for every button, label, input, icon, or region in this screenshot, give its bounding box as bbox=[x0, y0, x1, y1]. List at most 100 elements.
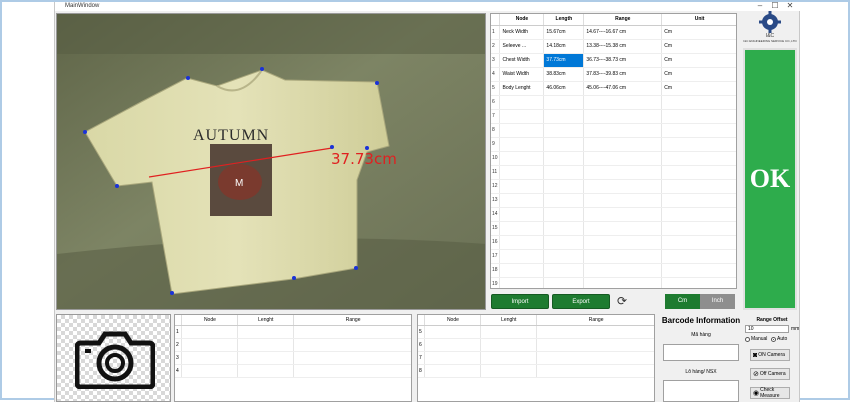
range-cell[interactable] bbox=[536, 325, 654, 339]
length-cell[interactable] bbox=[543, 193, 585, 208]
node-cell[interactable] bbox=[499, 263, 545, 278]
node-cell[interactable]: Waist Width bbox=[499, 67, 545, 82]
col-length[interactable]: Lenght bbox=[480, 315, 538, 326]
length-cell[interactable] bbox=[543, 95, 585, 110]
range-cell[interactable] bbox=[293, 338, 411, 352]
right-nodes-table[interactable]: Node Lenght Range 5678 bbox=[417, 314, 655, 402]
unit-cell[interactable] bbox=[661, 109, 736, 124]
table-row[interactable]: 3 bbox=[175, 351, 411, 365]
node-cell[interactable] bbox=[181, 351, 239, 365]
length-cell[interactable] bbox=[543, 235, 585, 250]
range-cell[interactable] bbox=[536, 338, 654, 352]
node-cell[interactable] bbox=[499, 235, 545, 250]
unit-cell[interactable]: Cm bbox=[661, 53, 736, 68]
col-unit[interactable]: Unit bbox=[661, 14, 736, 26]
col-node[interactable]: Node bbox=[181, 315, 239, 326]
range-cell[interactable] bbox=[583, 165, 663, 180]
unit-cell[interactable] bbox=[661, 207, 736, 222]
col-length[interactable]: Lenght bbox=[237, 315, 295, 326]
node-cell[interactable] bbox=[181, 364, 239, 378]
off-camera-button[interactable]: ⊘ Off Camera bbox=[750, 368, 790, 380]
range-cell[interactable] bbox=[583, 207, 663, 222]
unit-cell[interactable] bbox=[661, 249, 736, 264]
length-cell[interactable] bbox=[543, 137, 585, 152]
table-row[interactable]: 19 bbox=[491, 277, 736, 288]
table-row[interactable]: 15 bbox=[491, 221, 736, 236]
col-node[interactable]: Node bbox=[499, 14, 545, 26]
radio-circle-selected[interactable] bbox=[771, 336, 776, 342]
length-cell[interactable] bbox=[543, 277, 585, 288]
length-cell[interactable]: 38.83cm bbox=[543, 67, 585, 82]
length-cell[interactable]: 15.67cm bbox=[543, 25, 585, 40]
table-row[interactable]: 13 bbox=[491, 193, 736, 208]
node-cell[interactable] bbox=[499, 137, 545, 152]
col-range[interactable]: Range bbox=[583, 14, 663, 26]
range-cell[interactable]: 45.06----47.06 cm bbox=[583, 81, 663, 96]
length-cell[interactable] bbox=[237, 338, 295, 352]
refresh-icon[interactable]: ⟳ bbox=[615, 294, 629, 308]
range-cell[interactable] bbox=[583, 263, 663, 278]
unit-cell[interactable] bbox=[661, 277, 736, 288]
close-button[interactable]: ✕ bbox=[783, 1, 797, 10]
table-row[interactable]: 6 bbox=[418, 338, 654, 352]
length-cell[interactable] bbox=[543, 249, 585, 264]
on-camera-button[interactable]: ◙ ON Camera bbox=[750, 349, 790, 361]
table-row[interactable]: 12 bbox=[491, 179, 736, 194]
node-cell[interactable] bbox=[424, 338, 482, 352]
product-code-field[interactable] bbox=[663, 344, 739, 361]
table-row[interactable]: 4 bbox=[175, 364, 411, 378]
unit-cell[interactable] bbox=[661, 151, 736, 166]
node-cell[interactable] bbox=[499, 277, 545, 288]
unit-cell[interactable] bbox=[661, 179, 736, 194]
node-cell[interactable]: Neck Width bbox=[499, 25, 545, 40]
node-cell[interactable] bbox=[499, 151, 545, 166]
range-cell[interactable] bbox=[293, 364, 411, 378]
node-cell[interactable] bbox=[499, 249, 545, 264]
node-cell[interactable] bbox=[424, 364, 482, 378]
table-row[interactable]: 1 Neck Width 15.67cm 14.67----16.67 cm Cm bbox=[491, 25, 736, 40]
table-row[interactable]: 9 bbox=[491, 137, 736, 152]
unit-cell[interactable] bbox=[661, 221, 736, 236]
table-row[interactable]: 8 bbox=[491, 123, 736, 138]
table-row[interactable]: 17 bbox=[491, 249, 736, 264]
table-row[interactable]: 11 bbox=[491, 165, 736, 180]
range-cell[interactable] bbox=[583, 249, 663, 264]
maximize-button[interactable]: ☐ bbox=[768, 1, 782, 10]
table-row[interactable]: 2 Seleeve ... 14.18cm 13.38----15.38 cm Cm bbox=[491, 39, 736, 54]
node-cell[interactable] bbox=[181, 325, 239, 339]
batch-field[interactable] bbox=[663, 380, 739, 402]
length-cell[interactable] bbox=[543, 221, 585, 236]
node-cell[interactable] bbox=[424, 351, 482, 365]
minimize-button[interactable]: – bbox=[753, 1, 767, 10]
range-cell[interactable]: 14.67----16.67 cm bbox=[583, 25, 663, 40]
table-row[interactable]: 1 bbox=[175, 325, 411, 339]
length-cell[interactable] bbox=[480, 351, 538, 365]
table-row[interactable]: 18 bbox=[491, 263, 736, 278]
node-cell[interactable] bbox=[499, 207, 545, 222]
length-cell[interactable] bbox=[480, 338, 538, 352]
range-cell[interactable] bbox=[293, 325, 411, 339]
node-cell[interactable]: Seleeve ... bbox=[499, 39, 545, 54]
table-row[interactable]: 16 bbox=[491, 235, 736, 250]
range-cell[interactable] bbox=[536, 364, 654, 378]
import-button[interactable]: Import bbox=[491, 294, 549, 309]
range-cell[interactable] bbox=[583, 235, 663, 250]
col-node[interactable]: Node bbox=[424, 315, 482, 326]
length-cell[interactable]: 14.18cm bbox=[543, 39, 585, 54]
table-row[interactable]: 5 Body Lenght 46.06cm 45.06----47.06 cm Cm bbox=[491, 81, 736, 96]
unit-cell[interactable] bbox=[661, 137, 736, 152]
node-cell[interactable] bbox=[499, 193, 545, 208]
range-offset-input[interactable]: 10 bbox=[745, 325, 789, 333]
length-cell[interactable] bbox=[543, 165, 585, 180]
node-cell[interactable] bbox=[499, 179, 545, 194]
range-cell[interactable] bbox=[583, 179, 663, 194]
table-row[interactable]: 7 bbox=[418, 351, 654, 365]
table-row[interactable]: 2 bbox=[175, 338, 411, 352]
range-cell[interactable]: 37.83----39.83 cm bbox=[583, 67, 663, 82]
unit-cell[interactable]: Cm bbox=[661, 39, 736, 54]
length-cell[interactable] bbox=[543, 263, 585, 278]
check-measure-button[interactable]: ◉ Check Measure bbox=[750, 387, 790, 399]
range-cell[interactable] bbox=[536, 351, 654, 365]
unit-cell[interactable]: Cm bbox=[661, 67, 736, 82]
table-row[interactable]: 5 bbox=[418, 325, 654, 339]
